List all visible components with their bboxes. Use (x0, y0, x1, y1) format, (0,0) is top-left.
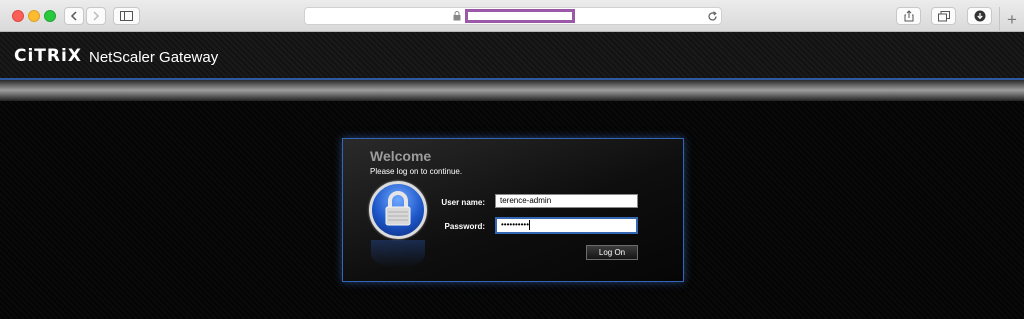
password-mask: •••••••••• (501, 220, 530, 230)
citrix-logo: CiTRiX (14, 46, 82, 66)
username-label: User name: (441, 198, 485, 207)
tabs-icon (937, 10, 950, 21)
forward-button[interactable] (86, 7, 106, 25)
welcome-subtitle: Please log on to continue. (370, 167, 463, 176)
url-redaction-box (465, 9, 575, 23)
share-button[interactable] (896, 7, 921, 25)
sidebar-icon (120, 11, 133, 21)
welcome-title: Welcome (370, 148, 432, 164)
chevron-left-icon (70, 11, 77, 21)
padlock-reflection (371, 240, 425, 268)
log-on-button[interactable]: Log On (586, 245, 638, 260)
address-bar[interactable] (304, 7, 722, 25)
login-panel: Welcome Please log on to continue. User … (342, 138, 684, 282)
tabs-button[interactable] (931, 7, 956, 25)
plus-icon: + (1007, 9, 1017, 29)
lock-icon (453, 11, 461, 21)
header-separator-bar (0, 80, 1024, 101)
browser-toolbar: + (0, 0, 1024, 32)
minimize-window-button[interactable] (28, 10, 40, 22)
reload-icon[interactable] (707, 11, 718, 22)
sidebar-button[interactable] (113, 7, 140, 25)
password-input[interactable]: •••••••••• (495, 217, 638, 234)
share-icon (904, 10, 913, 22)
back-button[interactable] (64, 7, 84, 25)
close-window-button[interactable] (12, 10, 24, 22)
gateway-header: CiTRiX NetScaler Gateway (0, 32, 1024, 80)
chevron-right-icon (93, 11, 100, 21)
download-icon (974, 10, 985, 22)
new-tab-button[interactable]: + (999, 7, 1024, 32)
zoom-window-button[interactable] (44, 10, 56, 22)
text-cursor (529, 220, 531, 230)
username-input[interactable]: terence-admin (495, 194, 638, 208)
product-name: NetScaler Gateway (89, 49, 219, 66)
password-label: Password: (444, 222, 485, 231)
downloads-button[interactable] (967, 7, 992, 25)
